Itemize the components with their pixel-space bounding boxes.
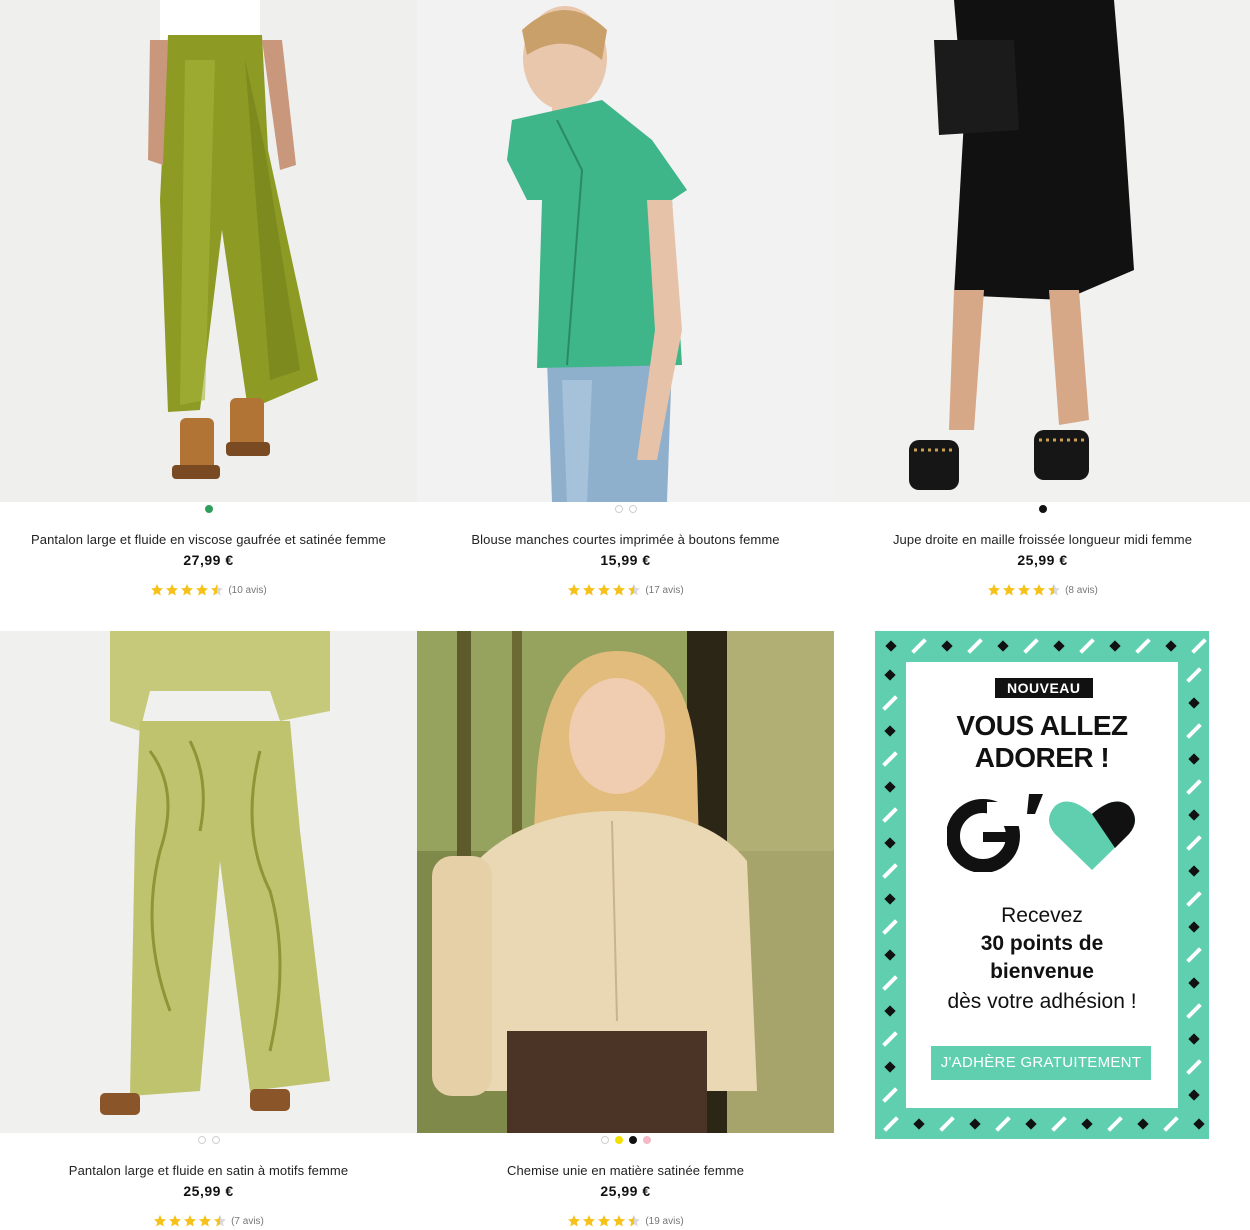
product-price: 25,99 € bbox=[1017, 552, 1068, 568]
color-swatches bbox=[0, 505, 417, 513]
review-count[interactable]: (7 avis) bbox=[231, 1216, 264, 1227]
star-icon bbox=[181, 584, 194, 596]
review-count[interactable]: (17 avis) bbox=[645, 585, 683, 596]
star-icon bbox=[1003, 584, 1016, 596]
product-title[interactable]: Jupe droite en maille froissée longueur … bbox=[834, 532, 1250, 547]
product-title[interactable]: Blouse manches courtes imprimée à bouton… bbox=[417, 532, 834, 547]
color-swatch[interactable] bbox=[642, 1136, 651, 1144]
rating-stars-icon bbox=[150, 583, 224, 597]
product-price: 15,99 € bbox=[600, 552, 651, 568]
star-icon bbox=[613, 584, 626, 596]
product-rating: (19 avis) bbox=[417, 1214, 834, 1228]
star-icon bbox=[184, 1215, 197, 1227]
color-swatch[interactable] bbox=[614, 1136, 623, 1144]
new-badge: NOUVEAU bbox=[995, 678, 1093, 698]
star-icon bbox=[151, 584, 164, 596]
product-image[interactable] bbox=[417, 631, 834, 1133]
color-swatch[interactable] bbox=[614, 505, 623, 513]
review-count[interactable]: (8 avis) bbox=[1065, 585, 1098, 596]
color-swatches bbox=[417, 505, 834, 513]
star-icon bbox=[211, 584, 224, 596]
product-rating: (7 avis) bbox=[0, 1214, 417, 1228]
join-free-button[interactable]: J'ADHÈRE GRATUITEMENT bbox=[931, 1046, 1151, 1080]
color-swatches bbox=[834, 505, 1250, 513]
product-title[interactable]: Chemise unie en matière satinée femme bbox=[417, 1163, 834, 1178]
product-rating: (10 avis) bbox=[0, 583, 417, 597]
color-swatch[interactable] bbox=[204, 505, 213, 513]
review-count[interactable]: (19 avis) bbox=[645, 1216, 683, 1227]
star-icon bbox=[1048, 584, 1061, 596]
color-swatches bbox=[0, 1136, 417, 1144]
promo-text: Recevez bbox=[1001, 904, 1083, 927]
product-price: 27,99 € bbox=[183, 552, 234, 568]
promo-headline-line: VOUS ALLEZ bbox=[956, 710, 1128, 741]
color-swatch[interactable] bbox=[600, 1136, 609, 1144]
star-icon bbox=[169, 1215, 182, 1227]
star-icon bbox=[598, 584, 611, 596]
color-swatch[interactable] bbox=[197, 1136, 206, 1144]
color-swatch[interactable] bbox=[211, 1136, 220, 1144]
star-icon bbox=[583, 1215, 596, 1227]
product-image[interactable] bbox=[834, 0, 1250, 502]
star-icon bbox=[1033, 584, 1046, 596]
promo-text: 30 points de bbox=[980, 932, 1104, 955]
star-icon bbox=[598, 1215, 611, 1227]
color-swatches bbox=[417, 1136, 834, 1144]
star-icon bbox=[568, 584, 581, 596]
promo-content: NOUVEAU VOUS ALLEZ ADORER ! Recevez 30 p… bbox=[906, 662, 1178, 1108]
review-count[interactable]: (10 avis) bbox=[228, 585, 266, 596]
color-swatch[interactable] bbox=[1038, 505, 1047, 513]
star-icon bbox=[199, 1215, 212, 1227]
rating-stars-icon bbox=[987, 583, 1061, 597]
promo-text: dès votre adhésion ! bbox=[947, 990, 1137, 1013]
product-price: 25,99 € bbox=[600, 1183, 651, 1199]
star-icon bbox=[196, 584, 209, 596]
product-image[interactable] bbox=[0, 0, 417, 502]
star-icon bbox=[613, 1215, 626, 1227]
loyalty-promo-banner[interactable]: NOUVEAU VOUS ALLEZ ADORER ! Recevez 30 p… bbox=[875, 631, 1209, 1139]
rating-stars-icon bbox=[567, 1214, 641, 1228]
star-icon bbox=[628, 584, 641, 596]
star-icon bbox=[583, 584, 596, 596]
g-heart-logo-icon bbox=[947, 794, 1135, 872]
rating-stars-icon bbox=[567, 583, 641, 597]
star-icon bbox=[214, 1215, 227, 1227]
product-title[interactable]: Pantalon large et fluide en viscose gauf… bbox=[0, 532, 417, 547]
product-image[interactable] bbox=[0, 631, 417, 1133]
star-icon bbox=[1018, 584, 1031, 596]
product-rating: (17 avis) bbox=[417, 583, 834, 597]
star-icon bbox=[154, 1215, 167, 1227]
promo-headline-line: ADORER ! bbox=[974, 742, 1110, 773]
color-swatch[interactable] bbox=[628, 1136, 637, 1144]
star-icon bbox=[988, 584, 1001, 596]
star-icon bbox=[568, 1215, 581, 1227]
product-image[interactable] bbox=[417, 0, 834, 502]
product-title[interactable]: Pantalon large et fluide en satin à moti… bbox=[0, 1163, 417, 1178]
product-price: 25,99 € bbox=[183, 1183, 234, 1199]
promo-text: bienvenue bbox=[990, 960, 1094, 983]
product-rating: (8 avis) bbox=[834, 583, 1250, 597]
rating-stars-icon bbox=[153, 1214, 227, 1228]
star-icon bbox=[628, 1215, 641, 1227]
star-icon bbox=[166, 584, 179, 596]
color-swatch[interactable] bbox=[628, 505, 637, 513]
promo-headline: VOUS ALLEZ ADORER ! bbox=[906, 710, 1178, 774]
